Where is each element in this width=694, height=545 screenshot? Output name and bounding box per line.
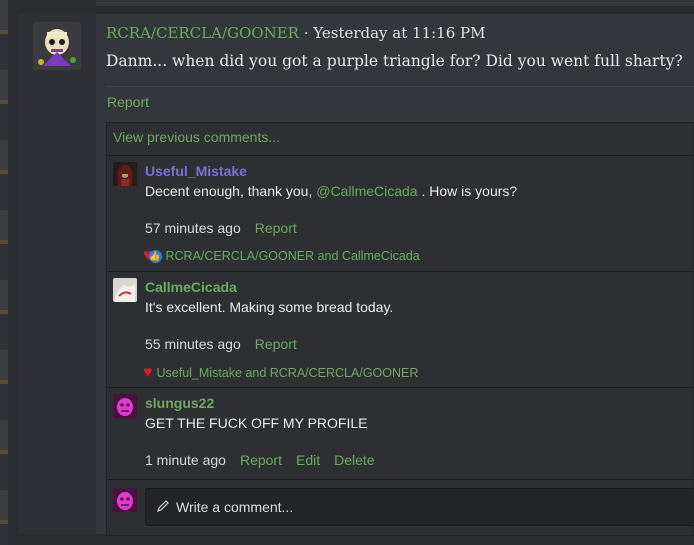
comment-text: Decent enough, thank you, @CallmeCicada … <box>145 183 517 199</box>
current-user-avatar <box>113 488 137 512</box>
commenter-avatar[interactable] <box>113 278 137 302</box>
comment-edit-link[interactable]: Edit <box>296 452 320 468</box>
comment-delete-link[interactable]: Delete <box>334 452 374 468</box>
comment-composer: Write a comment... <box>107 479 693 536</box>
post-avatar-column <box>18 14 96 534</box>
comment-meta: 55 minutes ago Report <box>145 336 311 352</box>
reaction-summary[interactable]: ♥ 👍 RCRA/CERCLA/GOONER and CallmeCicada <box>143 248 420 264</box>
post-author-link[interactable]: RCRA/CERCLA/GOONER <box>106 24 299 42</box>
post-timestamp[interactable]: Yesterday at 11:16 PM <box>313 24 485 42</box>
header-separator: · <box>298 24 314 42</box>
reaction-users[interactable]: Useful_Mistake and RCRA/CERCLA/GOONER <box>157 366 419 380</box>
post-report-link[interactable]: Report <box>107 94 149 110</box>
comment-item: CallmeCicada It's excellent. Making some… <box>107 271 693 388</box>
comment-report-link[interactable]: Report <box>240 452 282 468</box>
comment-text-part: . How is yours? <box>417 183 518 199</box>
user-mention-link[interactable]: @CallmeCicada <box>316 183 417 199</box>
comment-text-part: Decent enough, thank you, <box>145 183 317 199</box>
comment-time[interactable]: 55 minutes ago <box>145 336 241 352</box>
comment-time[interactable]: 57 minutes ago <box>145 220 241 236</box>
commenter-username[interactable]: CallmeCicada <box>145 279 237 295</box>
author-avatar[interactable] <box>33 22 81 70</box>
comment-time[interactable]: 1 minute ago <box>145 452 226 468</box>
heart-icon: ♥ <box>143 364 153 381</box>
comment-text: It's excellent. Making some bread today. <box>145 299 394 315</box>
comment-meta: 1 minute ago Report Edit Delete <box>145 452 389 468</box>
write-comment-placeholder: Write a comment... <box>176 499 294 515</box>
commenter-avatar[interactable] <box>113 162 137 186</box>
background-sidebar-strip <box>0 0 8 545</box>
commenter-username[interactable]: slungus22 <box>145 395 214 411</box>
view-previous-comments-link[interactable]: View previous comments... <box>113 129 280 145</box>
post-divider <box>106 86 694 87</box>
commenter-username[interactable]: Useful_Mistake <box>145 163 247 179</box>
comments-section: View previous comments... Useful_Mistake… <box>106 122 694 536</box>
like-icon: 👍 <box>148 249 162 263</box>
previous-post-edge <box>96 0 694 7</box>
post-header: RCRA/CERCLA/GOONER · Yesterday at 11:16 … <box>106 24 486 42</box>
write-comment-input[interactable]: Write a comment... <box>145 488 693 526</box>
comment-meta: 57 minutes ago Report <box>145 220 311 236</box>
comment-report-link[interactable]: Report <box>255 220 297 236</box>
reaction-summary[interactable]: ♥ Useful_Mistake and RCRA/CERCLA/GOONER <box>143 364 419 381</box>
pencil-icon <box>156 499 170 516</box>
post-body: Danm... when did you got a purple triang… <box>106 52 683 70</box>
comment-item: Useful_Mistake Decent enough, thank you,… <box>107 155 693 272</box>
commenter-avatar[interactable] <box>113 394 137 418</box>
comment-text: GET THE FUCK OFF MY PROFILE <box>145 415 368 431</box>
comment-report-link[interactable]: Report <box>255 336 297 352</box>
profile-post: RCRA/CERCLA/GOONER · Yesterday at 11:16 … <box>18 14 694 536</box>
reaction-users[interactable]: RCRA/CERCLA/GOONER and CallmeCicada <box>166 249 420 263</box>
comment-item: slungus22 GET THE FUCK OFF MY PROFILE 1 … <box>107 387 693 480</box>
